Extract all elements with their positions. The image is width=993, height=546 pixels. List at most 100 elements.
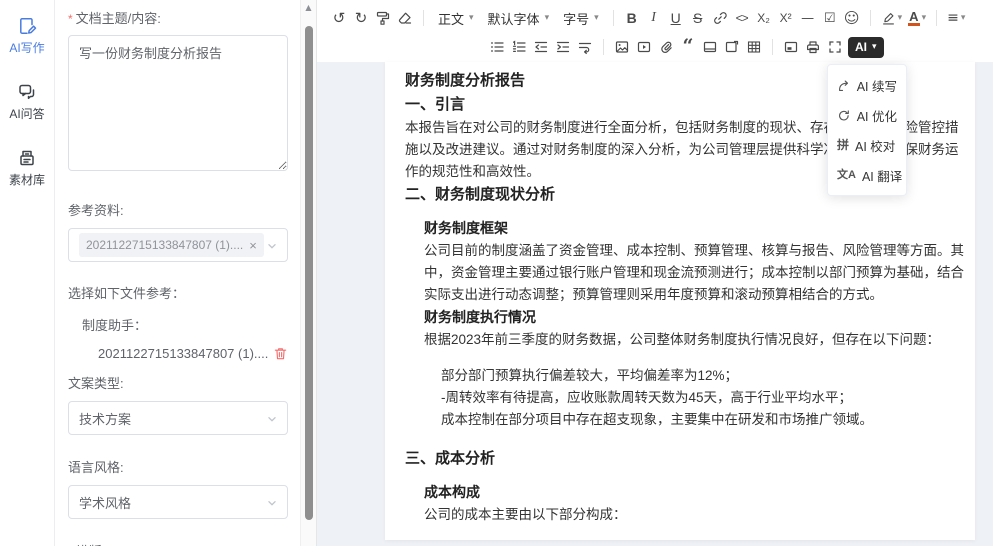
ordered-list-icon — [511, 39, 527, 55]
editor-toolbar: ↺ ↻ 正文▾ 默认字体▾ 字号▾ B — [317, 0, 993, 62]
ai-qa-icon — [17, 82, 37, 102]
type-select[interactable]: 技术方案 — [68, 401, 288, 435]
topic-input[interactable]: 写一份财务制度分析报告 — [68, 35, 288, 171]
ai-translate-icon: 文A — [837, 170, 856, 181]
required-star: * — [68, 12, 73, 26]
link-button[interactable] — [709, 7, 731, 29]
doc-subheading: 财务制度框架 — [424, 217, 965, 240]
sidebar-item-ai-writing[interactable]: AI写作 — [9, 16, 44, 56]
ai-proofread-icon: 拼 — [837, 139, 849, 151]
ai-menu-item-proofread[interactable]: 拼 AI 校对 — [828, 130, 906, 160]
app-nav-rail: AI写作 AI问答 素材库 — [0, 0, 55, 546]
subscript-button[interactable]: X₂ — [753, 7, 775, 29]
caret-down-icon: ▾ — [469, 14, 474, 23]
fullscreen-icon — [827, 39, 843, 55]
scrollbar-thumb[interactable] — [305, 26, 313, 520]
doc-paragraph: 公司的成本主要由以下部分构成： — [424, 504, 965, 526]
type-label: 文案类型: — [68, 373, 288, 392]
font-size-dropdown[interactable]: 字号▾ — [556, 7, 606, 29]
horizontal-rule-button[interactable]: — — [797, 7, 819, 29]
caret-down-icon: ▾ — [594, 14, 599, 23]
quote-icon: “ — [683, 41, 694, 53]
print-button[interactable] — [802, 36, 824, 58]
card-block-icon — [702, 39, 718, 55]
emoji-button[interactable]: ☺ — [841, 7, 863, 29]
task-list-button[interactable]: ☑ — [819, 7, 841, 29]
ai-menu-item-continue[interactable]: AI 续写 — [828, 70, 906, 100]
ordered-list-button[interactable] — [508, 36, 530, 58]
insert-image-button[interactable] — [611, 36, 633, 58]
align-icon: ≡ — [947, 11, 959, 25]
scroll-up-icon[interactable]: ▲ — [301, 3, 316, 12]
image-icon — [614, 39, 630, 55]
undo-button[interactable]: ↺ — [328, 7, 350, 29]
template-label: *模版: — [68, 541, 288, 546]
sidebar-item-label: 素材库 — [9, 171, 45, 188]
font-family-dropdown[interactable]: 默认字体▾ — [481, 7, 557, 29]
superscript-button[interactable]: X² — [775, 7, 797, 29]
divider — [423, 10, 424, 26]
ai-dropdown-button[interactable]: AI ▾ — [848, 37, 884, 58]
align-button[interactable]: ≡ ▾ — [944, 7, 968, 29]
page-break-button[interactable] — [721, 36, 743, 58]
chevron-down-icon — [265, 239, 279, 253]
caret-down-icon: ▾ — [545, 14, 550, 23]
sidebar-item-material-library[interactable]: 素材库 — [9, 148, 45, 188]
strikethrough-button[interactable]: S — [687, 7, 709, 29]
toolbar-row-2: “ — [328, 34, 987, 60]
caret-down-icon: ▾ — [961, 14, 966, 23]
style-value: 学术风格 — [79, 493, 131, 512]
underline-button[interactable]: U — [665, 7, 687, 29]
ai-menu-item-optimize[interactable]: AI 优化 — [828, 100, 906, 130]
blockquote-button[interactable]: “ — [677, 36, 699, 58]
print-icon — [805, 39, 821, 55]
doc-list-line: -周转效率有待提高，应收账款周转天数为45天，高于行业平均水平； — [441, 387, 965, 409]
style-label: 语言风格: — [68, 457, 288, 476]
embed-panel-button[interactable] — [780, 36, 802, 58]
font-color-button[interactable]: A ▾ — [905, 7, 929, 29]
ai-menu-item-translate[interactable]: 文A AI 翻译 — [828, 160, 906, 190]
divider — [870, 10, 871, 26]
format-painter-icon — [375, 10, 391, 26]
page-break-icon — [724, 39, 740, 55]
style-select[interactable]: 学术风格 — [68, 485, 288, 519]
outdent-button[interactable] — [530, 36, 552, 58]
bold-button[interactable]: B — [621, 7, 643, 29]
bullet-list-icon — [489, 39, 505, 55]
insert-table-button[interactable] — [743, 36, 765, 58]
eraser-icon — [397, 10, 413, 26]
indent-icon — [555, 39, 571, 55]
ai-continue-icon — [837, 78, 851, 93]
remove-tag-icon[interactable]: × — [249, 239, 257, 252]
italic-button[interactable]: I — [643, 7, 665, 29]
topic-label: *文档主题/内容: — [68, 8, 288, 27]
redo-button[interactable]: ↻ — [350, 7, 372, 29]
indent-button[interactable] — [552, 36, 574, 58]
sidebar-item-ai-qa[interactable]: AI问答 — [9, 82, 44, 122]
chevron-down-icon — [265, 412, 279, 426]
caret-down-icon: ▾ — [898, 14, 903, 23]
paragraph-style-dropdown[interactable]: 正文▾ — [431, 7, 481, 29]
divider — [772, 39, 773, 55]
paperclip-icon — [658, 39, 674, 55]
code-button[interactable]: <> — [731, 7, 753, 29]
bullet-list-button[interactable] — [486, 36, 508, 58]
video-icon — [636, 39, 652, 55]
table-icon — [746, 39, 762, 55]
card-block-button[interactable] — [699, 36, 721, 58]
delete-file-icon[interactable] — [273, 346, 288, 361]
format-painter-button[interactable] — [372, 7, 394, 29]
attachment-button[interactable] — [655, 36, 677, 58]
panel-scrollbar: ▲ — [300, 0, 317, 546]
doc-paragraph: 公司目前的制度涵盖了资金管理、成本控制、预算管理、核算与报告、风险管理等方面。其… — [424, 240, 965, 306]
divider — [603, 39, 604, 55]
line-wrap-button[interactable] — [574, 36, 596, 58]
doc-subheading: 成本构成 — [424, 481, 965, 504]
reference-select[interactable]: 2021122715133847807 (1).... × — [68, 228, 288, 262]
clear-format-button[interactable] — [394, 7, 416, 29]
highlight-color-button[interactable]: ▾ — [878, 7, 906, 29]
fullscreen-button[interactable] — [824, 36, 846, 58]
text-wrap-icon — [577, 39, 593, 55]
insert-video-button[interactable] — [633, 36, 655, 58]
ai-writing-form: *文档主题/内容: 写一份财务制度分析报告 参考资料: 202112271513… — [56, 0, 300, 546]
